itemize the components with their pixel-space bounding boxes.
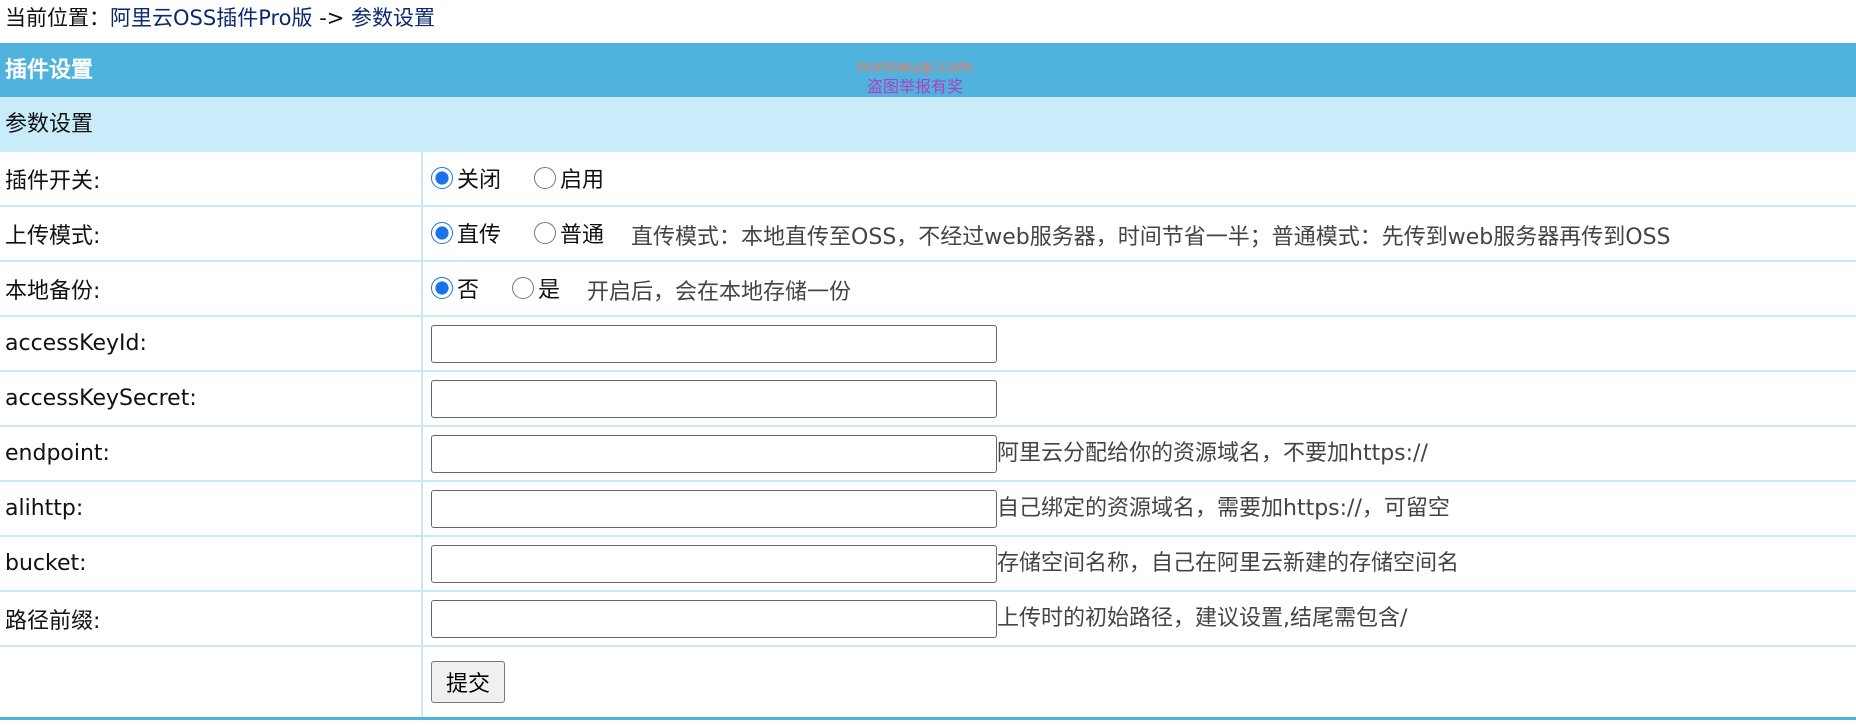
submit-button[interactable]: 提交 xyxy=(431,661,506,703)
plugin-switch-on-label: 启用 xyxy=(560,168,605,193)
local-backup-yes-option[interactable]: 是 xyxy=(512,272,560,304)
access-key-secret-label: accessKeySecret: xyxy=(0,371,423,427)
plugin-switch-label: 插件开关: xyxy=(0,152,423,207)
upload-mode-label: 上传模式: xyxy=(0,206,423,262)
submit-row-label xyxy=(0,646,423,720)
section-subheader: 参数设置 xyxy=(0,97,1856,152)
row-bucket: bucket: 存储空间名称，自己在阿里云新建的存储空间名 xyxy=(0,536,1856,592)
bucket-input[interactable] xyxy=(431,544,997,583)
upload-mode-direct-label: 直传 xyxy=(457,222,502,248)
bucket-label: bucket: xyxy=(0,536,423,592)
row-local-backup: 本地备份: 否 是 开启后，会在本地存储一份 xyxy=(0,261,1856,317)
upload-mode-direct-option[interactable]: 直传 xyxy=(431,217,501,249)
watermark-line1: mimiwuqi.com xyxy=(856,57,974,76)
path-prefix-label: 路径前缀: xyxy=(0,591,423,647)
local-backup-hint: 开启后，会在本地存储一份 xyxy=(587,279,852,305)
breadcrumb-plugin-link[interactable]: 阿里云OSS插件Pro版 xyxy=(110,6,313,30)
upload-mode-hint: 直传模式：本地直传至OSS，不经过web服务器，时间节省一半；普通模式：先传到w… xyxy=(631,224,1671,250)
access-key-secret-input[interactable] xyxy=(431,379,997,418)
alihttp-label: alihttp: xyxy=(0,481,423,537)
access-key-id-label: accessKeyId: xyxy=(0,316,423,372)
row-endpoint: endpoint: 阿里云分配给你的资源域名，不要加https:// xyxy=(0,426,1856,482)
local-backup-no-label: 否 xyxy=(457,277,480,303)
row-upload-mode: 上传模式: 直传 普通 直传模式：本地直传至OSS，不经过web服务器，时间节省… xyxy=(0,206,1856,262)
row-access-key-secret: accessKeySecret: xyxy=(0,371,1856,427)
row-path-prefix: 路径前缀: 上传时的初始路径，建议设置,结尾需包含/ xyxy=(0,591,1856,647)
path-prefix-input[interactable] xyxy=(431,599,997,638)
breadcrumb-prefix: 当前位置： xyxy=(5,6,110,30)
upload-mode-normal-radio[interactable] xyxy=(534,221,557,244)
plugin-switch-on-option[interactable]: 启用 xyxy=(534,162,604,194)
plugin-switch-off-label: 关闭 xyxy=(457,168,502,193)
breadcrumb-page-link[interactable]: 参数设置 xyxy=(351,6,435,30)
local-backup-no-radio[interactable] xyxy=(431,276,453,299)
endpoint-hint: 阿里云分配给你的资源域名，不要加https:// xyxy=(997,440,1428,466)
subheader-title: 参数设置 xyxy=(5,112,94,137)
row-submit: 提交 xyxy=(0,646,1856,720)
alihttp-input[interactable] xyxy=(431,489,997,528)
plugin-settings-header: 插件设置 mimiwuqi.com 盗图举报有奖 xyxy=(0,45,1856,97)
alihttp-hint: 自己绑定的资源域名，需要加https://，可留空 xyxy=(997,495,1450,521)
watermark-line2: 盗图举报有奖 xyxy=(866,77,963,96)
plugin-switch-on-radio[interactable] xyxy=(534,167,557,189)
plugin-switch-off-option[interactable]: 关闭 xyxy=(431,162,501,194)
endpoint-input[interactable] xyxy=(431,434,997,473)
local-backup-label: 本地备份: xyxy=(0,261,423,317)
endpoint-label: endpoint: xyxy=(0,426,423,482)
local-backup-yes-label: 是 xyxy=(538,277,561,303)
breadcrumb-separator: -> xyxy=(312,6,352,30)
bucket-hint: 存储空间名称，自己在阿里云新建的存储空间名 xyxy=(997,550,1460,576)
access-key-id-input[interactable] xyxy=(431,324,997,363)
upload-mode-normal-label: 普通 xyxy=(560,222,605,248)
watermark: mimiwuqi.com 盗图举报有奖 xyxy=(850,57,980,97)
upload-mode-direct-radio[interactable] xyxy=(431,221,453,244)
local-backup-no-option[interactable]: 否 xyxy=(431,272,479,304)
breadcrumb: 当前位置：阿里云OSS插件Pro版 -> 参数设置 xyxy=(0,0,1856,45)
row-plugin-switch: 插件开关: 关闭 启用 xyxy=(0,152,1856,207)
header-title: 插件设置 xyxy=(5,58,94,83)
settings-form: 插件开关: 关闭 启用 上传模式: 直传 普通 直传模式：本地直传至OSS，不经… xyxy=(0,152,1856,720)
row-alihttp: alihttp: 自己绑定的资源域名，需要加https://，可留空 xyxy=(0,481,1856,537)
plugin-switch-off-radio[interactable] xyxy=(431,167,453,189)
local-backup-yes-radio[interactable] xyxy=(512,276,535,299)
upload-mode-normal-option[interactable]: 普通 xyxy=(534,217,604,249)
row-access-key-id: accessKeyId: xyxy=(0,316,1856,372)
path-prefix-hint: 上传时的初始路径，建议设置,结尾需包含/ xyxy=(997,605,1408,631)
